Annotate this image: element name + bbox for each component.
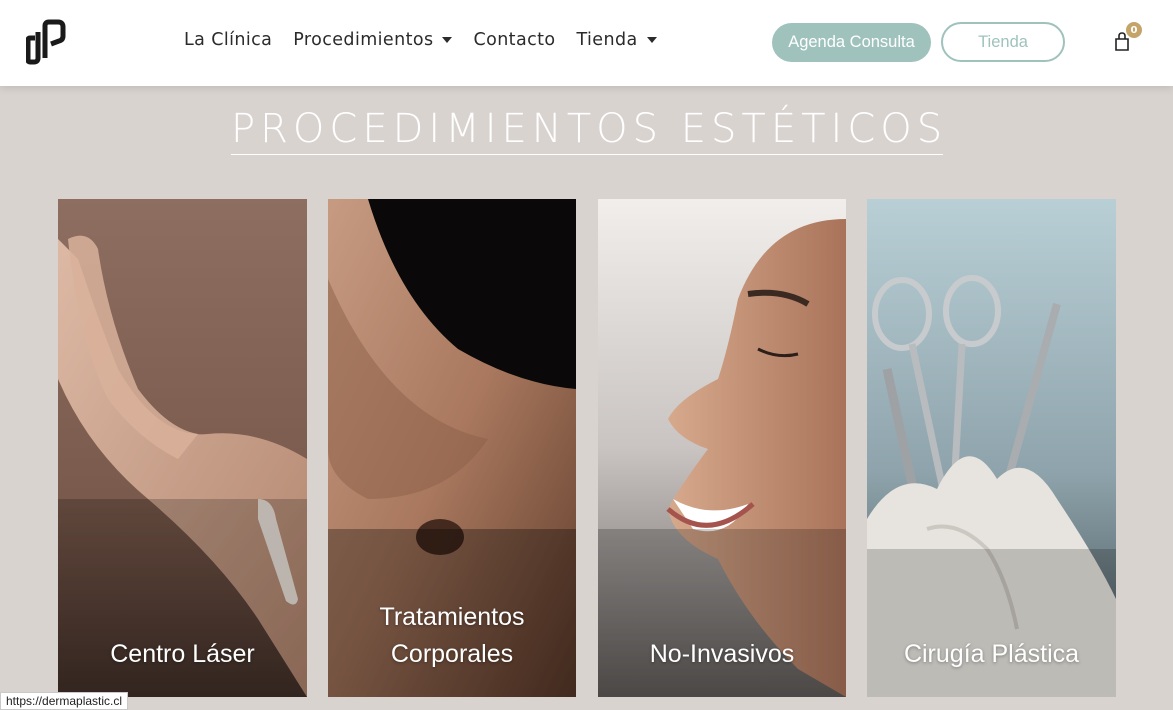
card-no-invasivos[interactable]: No-Invasivos <box>598 199 846 697</box>
card-label-line2: Corporales <box>390 640 514 668</box>
site-header: La Clínica Procedimientos Contacto Tiend… <box>0 0 1173 86</box>
surgical-tools-photo <box>867 199 1116 697</box>
nav-label: Tienda <box>576 30 638 50</box>
nav-label: Procedimientos <box>293 30 434 50</box>
agenda-consulta-button[interactable]: Agenda Consulta <box>772 23 931 62</box>
legs-photo <box>58 199 307 697</box>
tienda-button[interactable]: Tienda <box>941 22 1065 62</box>
status-bar-url: https://dermaplastic.cl <box>0 692 129 710</box>
nav-procedimientos[interactable]: Procedimientos <box>293 30 453 50</box>
nav-label: Contacto <box>473 30 556 50</box>
card-centro-laser[interactable]: Centro Láser <box>58 199 307 697</box>
cart-count-badge: 0 <box>1126 22 1142 38</box>
caret-down-icon <box>646 37 657 43</box>
nav-tienda[interactable]: Tienda <box>576 30 657 50</box>
face-photo <box>598 199 846 697</box>
section-title: PROCEDIMIENTOS ESTÉTICOS <box>231 106 943 155</box>
nav-label: La Clínica <box>184 30 273 50</box>
nav-la-clinica[interactable]: La Clínica <box>184 30 272 50</box>
card-label-line1: Tratamientos <box>379 603 525 631</box>
card-cirugia-plastica[interactable]: Cirugía Plástica <box>867 199 1116 697</box>
main-nav: La Clínica Procedimientos Contacto Tiend… <box>184 30 678 50</box>
logo-mark[interactable] <box>26 18 66 66</box>
card-label: Centro Láser <box>110 640 255 668</box>
card-label: Cirugía Plástica <box>903 640 1080 668</box>
card-label: Tratamientos Corporales <box>328 599 576 673</box>
nav-contacto[interactable]: Contacto <box>473 30 555 50</box>
card-label: No-Invasivos <box>649 640 795 668</box>
caret-down-icon <box>442 37 453 43</box>
card-tratamientos-corporales[interactable]: Tratamientos Corporales <box>328 199 576 697</box>
